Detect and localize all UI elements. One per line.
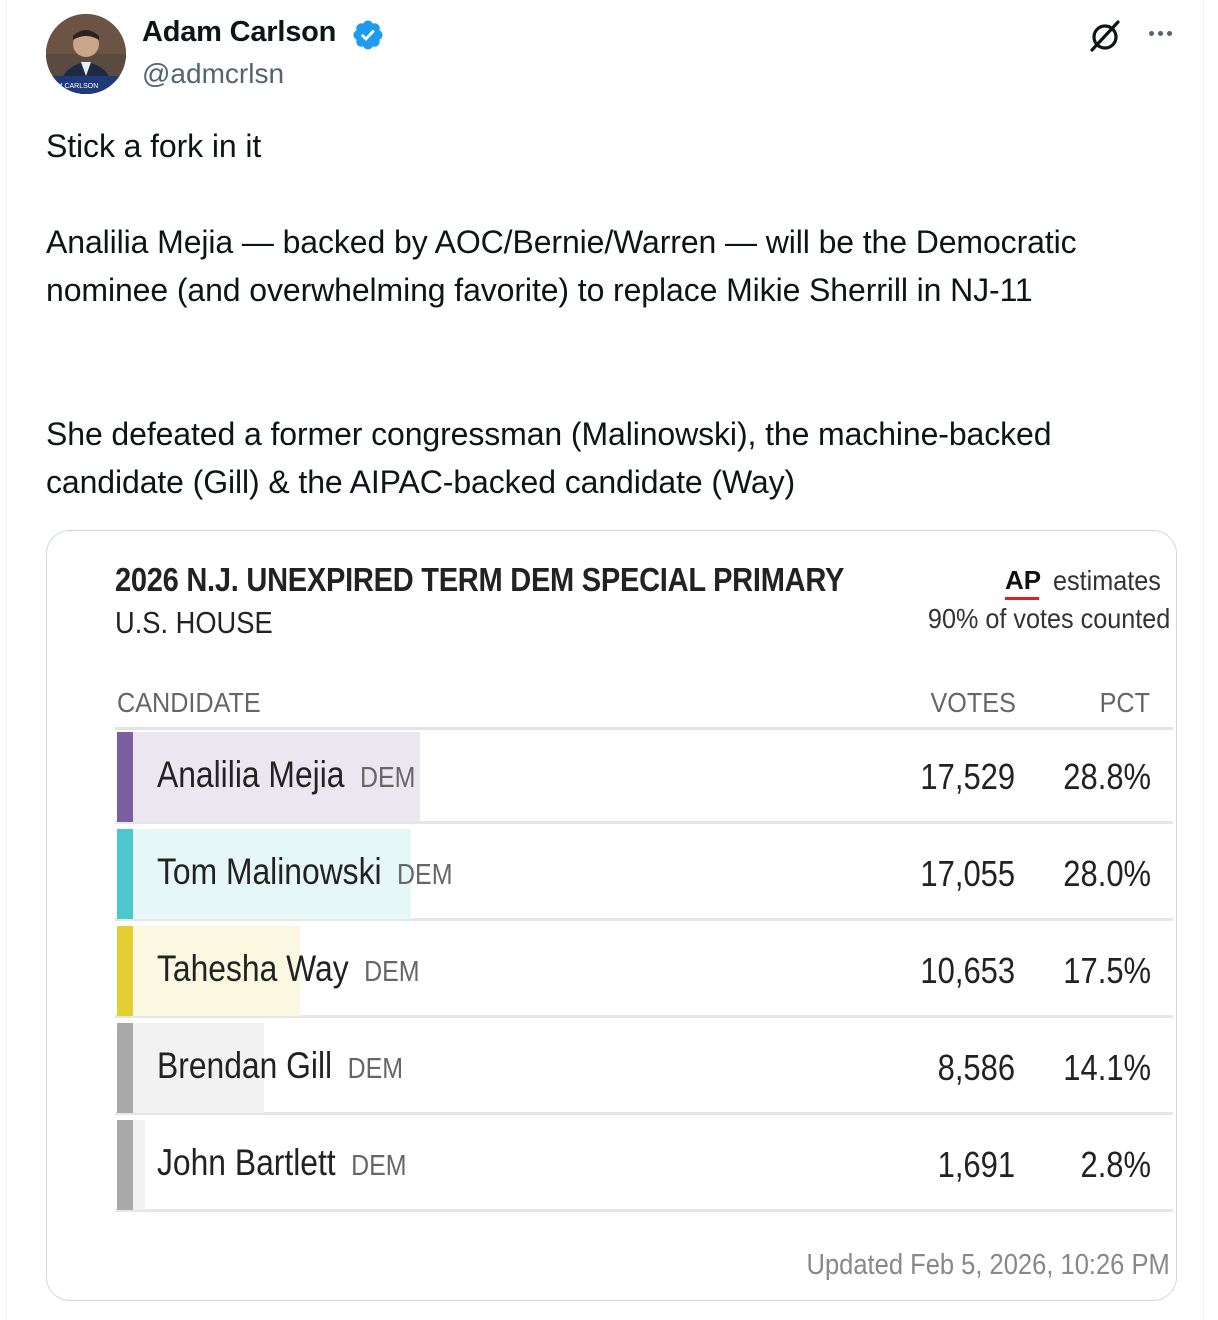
candidate-pct: 28.0%: [1063, 853, 1151, 894]
candidate-party: DEM: [351, 1150, 407, 1182]
candidate-name: Analilia Mejia DEM: [157, 754, 415, 796]
candidate-votes: 8,586: [937, 1047, 1015, 1088]
candidate-name: Brendan Gill DEM: [157, 1045, 403, 1087]
candidate-row: Tahesha Way DEM 10,653 17.5%: [115, 924, 1173, 1018]
candidate-color-stripe: [117, 1023, 133, 1113]
column-header-votes: VOTES: [930, 687, 1016, 718]
candidate-name: Tom Malinowski DEM: [157, 851, 452, 893]
verified-badge-icon: [353, 20, 383, 50]
candidate-party: DEM: [364, 956, 420, 988]
candidate-party: DEM: [397, 859, 453, 891]
tweet-text-paragraph-3: She defeated a former congressman (Malin…: [46, 416, 1052, 500]
candidate-color-stripe: [117, 926, 133, 1016]
candidate-row: John Bartlett DEM 1,691 2.8%: [115, 1118, 1173, 1212]
grok-icon[interactable]: [1087, 18, 1123, 54]
results-subtitle: U.S. HOUSE: [115, 605, 273, 640]
candidate-votes: 10,653: [920, 950, 1015, 991]
avatar[interactable]: AM CARLSON: [46, 14, 126, 94]
candidate-row: Tom Malinowski DEM 17,055 28.0%: [115, 827, 1173, 921]
tweet-text-paragraph-2: Analilia Mejia — backed by AOC/Bernie/Wa…: [46, 224, 1077, 308]
candidate-row: Brendan Gill DEM 8,586 14.1%: [115, 1021, 1173, 1115]
estimates-label: estimates: [1053, 565, 1161, 596]
candidate-party: DEM: [359, 762, 416, 794]
candidate-pct: 28.8%: [1063, 756, 1151, 797]
candidate-color-stripe: [117, 732, 133, 822]
tweet-text-line1: Stick a fork in it: [46, 128, 262, 164]
candidate-name-text: Analilia Mejia: [157, 754, 345, 795]
ap-logo: AP: [1005, 565, 1042, 595]
candidate-votes: 17,529: [920, 756, 1015, 797]
candidate-party: DEM: [347, 1053, 404, 1085]
candidate-votes: 1,691: [937, 1144, 1015, 1185]
author-name[interactable]: Adam Carlson: [142, 16, 336, 49]
updated-timestamp: Updated Feb 5, 2026, 10:26 PM: [806, 1249, 1170, 1281]
tweet-media-image[interactable]: 2026 N.J. UNEXPIRED TERM DEM SPECIAL PRI…: [46, 530, 1177, 1301]
candidate-votes: 17,055: [920, 853, 1015, 894]
vote-share-bar: [133, 1120, 145, 1210]
candidate-pct: 17.5%: [1063, 950, 1151, 991]
votes-counted-label: 90% of votes counted: [927, 603, 1170, 634]
more-options-icon[interactable]: [1142, 18, 1178, 48]
results-title: 2026 N.J. UNEXPIRED TERM DEM SPECIAL PRI…: [115, 561, 845, 598]
ap-logo-underline: [1005, 597, 1039, 600]
candidate-name-text: Brendan Gill: [157, 1045, 333, 1086]
column-header-pct: PCT: [1099, 687, 1150, 718]
avatar-image: AM CARLSON: [46, 14, 126, 94]
candidate-name-text: Tahesha Way: [157, 948, 349, 989]
author-handle[interactable]: @admcrlsn: [142, 58, 284, 90]
candidate-row: Analilia Mejia DEM 17,529 28.8%: [115, 730, 1173, 824]
candidate-name-text: Tom Malinowski: [157, 851, 382, 892]
svg-text:AM CARLSON: AM CARLSON: [52, 83, 98, 90]
candidate-pct: 2.8%: [1080, 1144, 1151, 1185]
candidate-color-stripe: [117, 829, 133, 919]
candidate-pct: 14.1%: [1063, 1047, 1151, 1088]
candidate-color-stripe: [117, 1120, 133, 1210]
candidate-name: John Bartlett DEM: [157, 1142, 407, 1184]
column-header-candidate: CANDIDATE: [117, 687, 261, 718]
tweet-card: AM CARLSON Adam Carlson @admcrlsn Stick …: [6, 0, 1204, 1320]
candidate-name-text: John Bartlett: [157, 1142, 336, 1183]
candidate-name: Tahesha Way DEM: [157, 948, 420, 990]
